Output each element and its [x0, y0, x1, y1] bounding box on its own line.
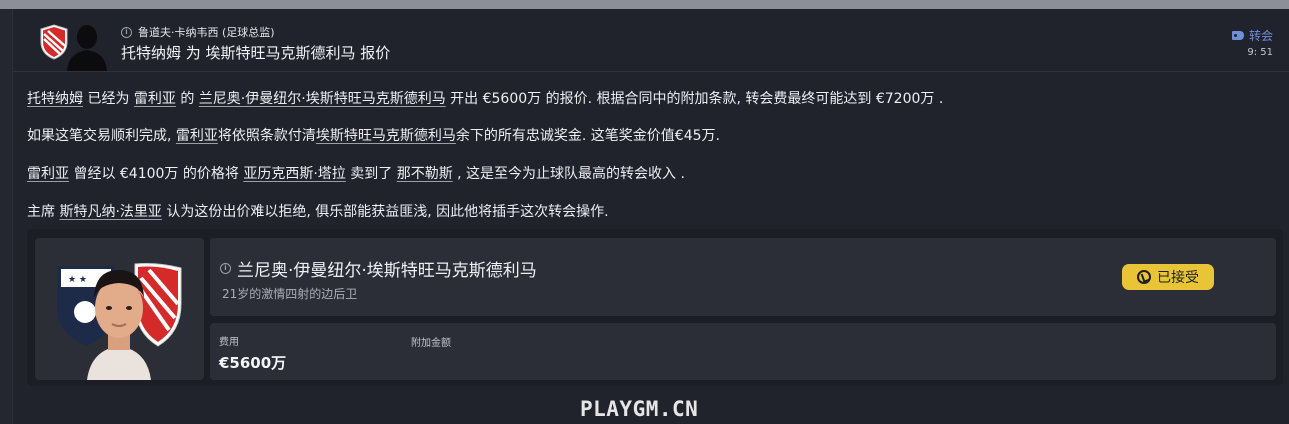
- player-transfer-card: ★ ★ i 兰尼奥·伊曼纽尔·埃斯特旺马克斯德利马 21岁的激情四射的边后卫 已…: [27, 229, 1283, 386]
- entity-link[interactable]: 托特纳姆: [27, 91, 83, 107]
- entity-link[interactable]: 兰尼奥·伊曼纽尔·埃斯特旺马克斯德利马: [199, 91, 446, 107]
- fee-box: 费用 €5600万 附加金额: [210, 323, 1276, 380]
- message-subject: 托特纳姆 为 埃斯特旺马克斯德利马 报价: [121, 44, 391, 62]
- status-badge[interactable]: 已接受: [1122, 264, 1214, 290]
- sender-row: i 鲁道夫·卡纳韦西 (足球总监): [121, 25, 275, 39]
- accepted-icon: [1137, 270, 1151, 284]
- entity-link[interactable]: 斯特凡纳·法里亚: [59, 204, 161, 220]
- entity-link[interactable]: 雷利亚: [134, 91, 176, 107]
- entity-link[interactable]: 埃斯特旺马克斯德利马: [316, 128, 456, 144]
- fee-value: €5600万: [219, 354, 287, 372]
- body-text-segment: 的: [175, 91, 199, 107]
- entity-link[interactable]: 雷利亚: [27, 166, 69, 182]
- info-icon[interactable]: i: [220, 263, 231, 274]
- player-info-box: i 兰尼奥·伊曼纽尔·埃斯特旺马克斯德利马 21岁的激情四射的边后卫 已接受: [210, 238, 1276, 316]
- body-text-segment: 认为这份出价难以拒绝, 俱乐部能获益匪浅, 因此他将插手这次转会操作.: [161, 204, 609, 220]
- body-text-segment: 卖到了: [345, 166, 397, 182]
- entity-link[interactable]: 雷利亚: [176, 128, 218, 144]
- entity-link[interactable]: 那不勒斯: [397, 166, 453, 182]
- watermark: PLAYGM.CN: [580, 397, 699, 421]
- svg-text:★ ★: ★ ★: [68, 275, 87, 285]
- body-paragraph-4: 主席 斯特凡纳·法里亚 认为这份出价难以拒绝, 俱乐部能获益匪浅, 因此他将插手…: [27, 201, 609, 221]
- inbox-message-panel: i 鲁道夫·卡纳韦西 (足球总监) 托特纳姆 为 埃斯特旺马克斯德利马 报价 转…: [12, 9, 1289, 424]
- transfer-tag-label: 转会: [1248, 29, 1273, 43]
- player-portrait-icon: ★ ★: [57, 263, 182, 380]
- body-text-segment: 曾经以 €4100万 的价格将: [69, 166, 244, 182]
- body-text-segment: 主席: [27, 204, 60, 220]
- message-time: 9: 51: [1247, 47, 1273, 58]
- body-paragraph-3: 雷利亚 曾经以 €4100万 的价格将 亚历克西斯·塔拉 卖到了 那不勒斯 , …: [27, 163, 685, 183]
- transfer-tag-icon: [1231, 31, 1244, 40]
- sender-name[interactable]: 鲁道夫·卡纳韦西 (足球总监): [138, 24, 275, 40]
- body-text-segment: , 这是至今为止球队最高的转会收入 .: [452, 166, 685, 182]
- body-paragraph-1: 托特纳姆 已经为 雷利亚 的 兰尼奥·伊曼纽尔·埃斯特旺马克斯德利马 开出 €5…: [27, 88, 943, 108]
- addon-label: 附加金额: [411, 338, 451, 349]
- player-name-row: i 兰尼奥·伊曼纽尔·埃斯特旺马克斯德利马: [220, 256, 537, 281]
- status-label: 已接受: [1157, 270, 1199, 286]
- body-text-segment: 开出 €5600万 的报价. 根据合同中的附加条款, 转会费最终可能达到 €72…: [445, 91, 944, 107]
- player-picture[interactable]: ★ ★: [35, 238, 204, 380]
- player-name[interactable]: 兰尼奥·伊曼纽尔·埃斯特旺马克斯德利马: [237, 256, 537, 281]
- message-header: i 鲁道夫·卡纳韦西 (足球总监) 托特纳姆 为 埃斯特旺马克斯德利马 报价 转…: [13, 9, 1289, 72]
- fee-label: 费用: [219, 337, 239, 348]
- transfer-tag[interactable]: 转会: [1231, 27, 1273, 44]
- info-icon[interactable]: i: [121, 26, 132, 38]
- body-text-segment: 如果这笔交易顺利完成,: [27, 128, 176, 144]
- body-paragraph-2: 如果这笔交易顺利完成, 雷利亚将依照条款付清埃斯特旺马克斯德利马余下的所有忠诚奖…: [27, 125, 720, 145]
- entity-link[interactable]: 亚历克西斯·塔拉: [243, 166, 345, 182]
- body-text-segment: 余下的所有忠诚奖金. 这笔奖金价值€45万.: [455, 128, 720, 144]
- body-text-segment: 将依照条款付清: [217, 128, 316, 144]
- window-top-bar: [0, 0, 1289, 9]
- body-text-segment: 已经为: [83, 91, 134, 107]
- staff-silhouette-icon[interactable]: [62, 19, 108, 71]
- player-description: 21岁的激情四射的边后卫: [222, 287, 358, 301]
